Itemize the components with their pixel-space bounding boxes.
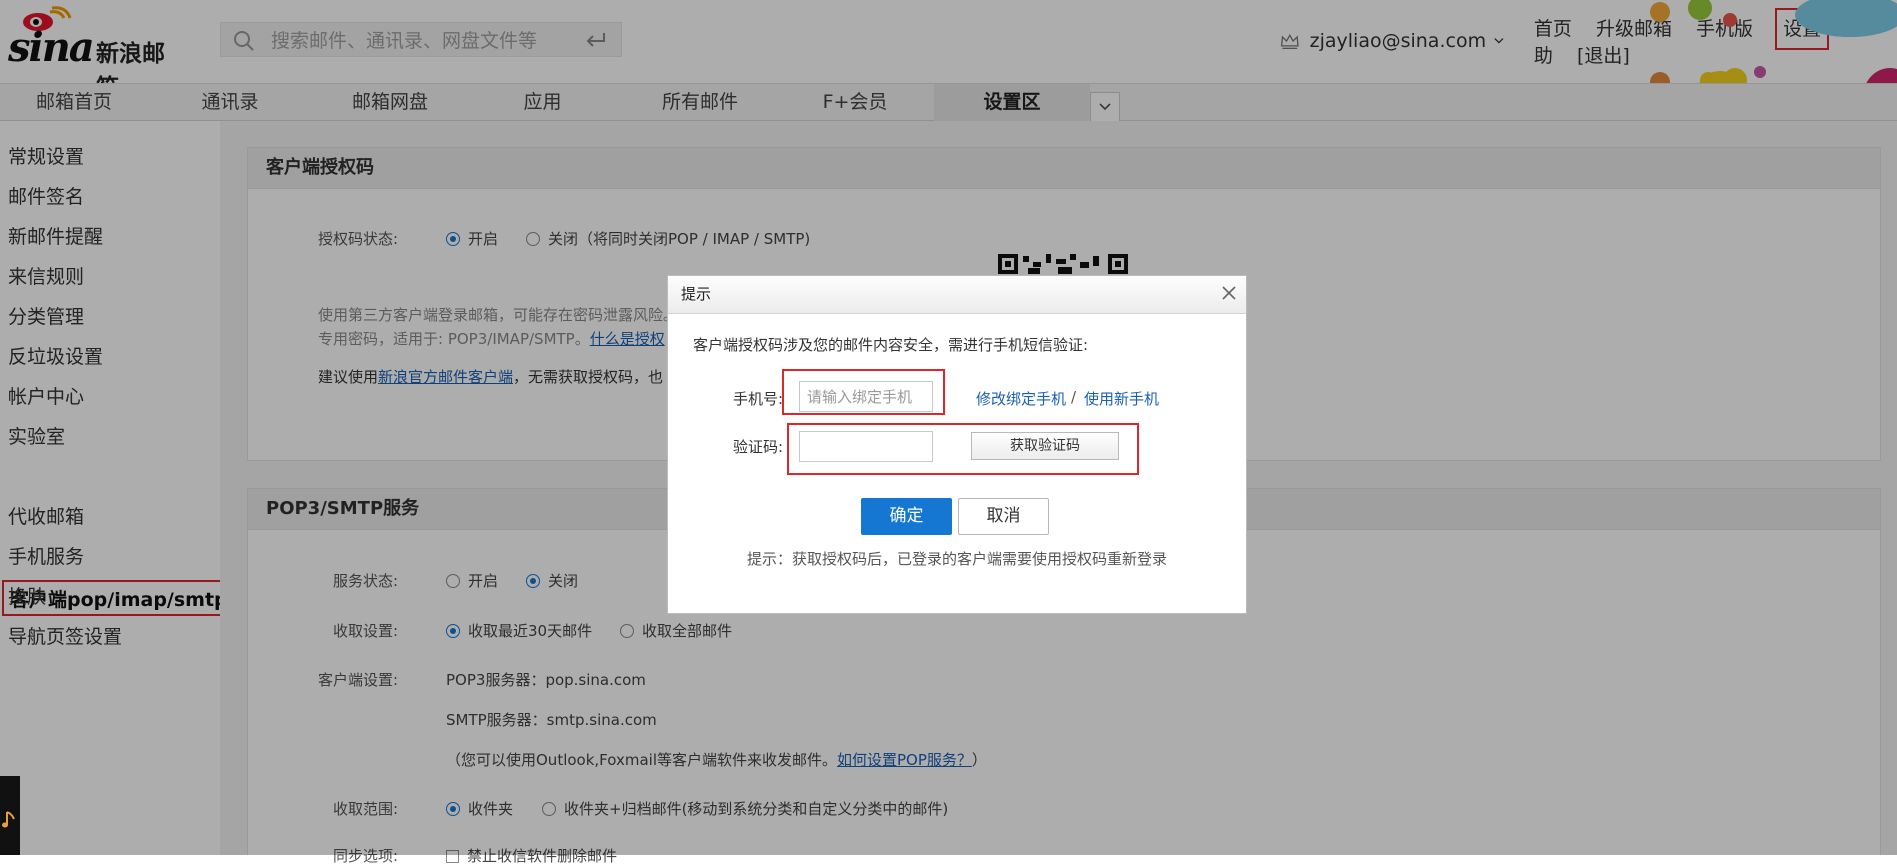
get-code-button[interactable]: 获取验证码: [971, 432, 1119, 460]
dialog-message: 客户端授权码涉及您的邮件内容安全，需进行手机短信验证:: [693, 336, 1089, 354]
modify-bound-phone-link[interactable]: 修改绑定手机: [976, 388, 1066, 409]
code-label: 验证码:: [733, 438, 784, 456]
confirm-button[interactable]: 确定: [861, 498, 952, 535]
phone-input[interactable]: [799, 381, 933, 412]
code-input[interactable]: [799, 431, 933, 462]
music-player-tab[interactable]: [0, 776, 20, 855]
dialog-tip: 提示：获取授权码后，已登录的客户端需要使用授权码重新登录: [747, 550, 1168, 568]
close-icon[interactable]: [1222, 286, 1236, 300]
link-separator: /: [1071, 388, 1077, 406]
sms-verify-dialog: 提示 客户端授权码涉及您的邮件内容安全，需进行手机短信验证: 手机号: 修改绑定…: [667, 275, 1247, 614]
use-new-phone-link[interactable]: 使用新手机: [1084, 388, 1159, 409]
phone-label: 手机号:: [733, 390, 784, 408]
music-note-icon[interactable]: [2, 810, 16, 830]
dialog-title: 提示: [668, 276, 1246, 314]
cancel-button[interactable]: 取消: [958, 498, 1049, 535]
